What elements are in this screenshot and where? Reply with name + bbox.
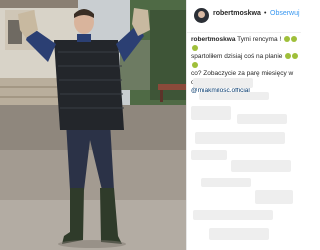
blurred-block bbox=[231, 160, 291, 172]
blurred-block bbox=[191, 150, 227, 160]
caption-line-2: spartoliłem dzisiaj coś na planie bbox=[191, 53, 283, 60]
blurred-block bbox=[209, 228, 269, 240]
caption-username-link[interactable]: robertmoskwa bbox=[191, 36, 235, 43]
blurred-block bbox=[255, 190, 293, 204]
instagram-post-embed: robertmoskwa • Obserwuj robertmoskwa Tym… bbox=[0, 0, 301, 250]
photo-illustration bbox=[0, 0, 186, 250]
profile-avatar-icon[interactable] bbox=[194, 8, 209, 23]
post-side-panel: robertmoskwa • Obserwuj robertmoskwa Tym… bbox=[186, 0, 301, 250]
post-photo bbox=[0, 0, 186, 250]
blurred-block bbox=[237, 114, 287, 124]
blurred-block bbox=[193, 78, 253, 88]
header-separator: • bbox=[264, 10, 267, 17]
caption-line-1: Tymi rencyma ! bbox=[237, 36, 282, 43]
blurred-block bbox=[199, 92, 269, 100]
blurred-block bbox=[191, 106, 231, 120]
laughing-emoji-icon bbox=[284, 36, 291, 43]
blurred-block bbox=[193, 210, 273, 220]
header-username-link[interactable]: robertmoskwa bbox=[213, 10, 261, 17]
laughing-emoji-icon bbox=[285, 53, 292, 60]
laughing-emoji-icon bbox=[192, 44, 198, 51]
post-header: robertmoskwa • Obserwuj bbox=[187, 0, 301, 33]
blurred-block bbox=[195, 132, 285, 144]
laughing-emoji-icon bbox=[291, 36, 298, 43]
blurred-comments-area bbox=[189, 74, 299, 248]
laughing-emoji-icon bbox=[292, 53, 299, 60]
laughing-emoji-icon bbox=[192, 61, 198, 68]
follow-button[interactable]: Obserwuj bbox=[270, 10, 300, 17]
blurred-block bbox=[201, 178, 251, 187]
